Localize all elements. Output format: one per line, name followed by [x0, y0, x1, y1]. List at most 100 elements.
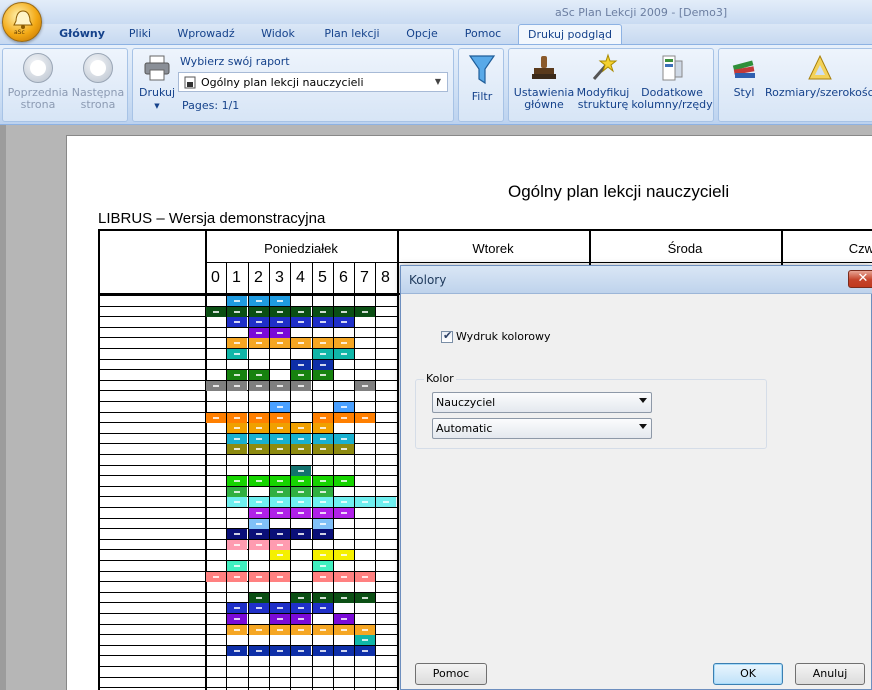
- cell-mark: [320, 512, 326, 514]
- lesson-cell: [227, 625, 247, 635]
- grid-line: [98, 687, 397, 688]
- columns-icon: [662, 55, 683, 81]
- checkbox-box[interactable]: ✔: [441, 329, 453, 343]
- lesson-cell: [227, 540, 247, 550]
- close-icon[interactable]: ✕: [848, 270, 872, 288]
- lesson-cell: [355, 381, 375, 391]
- tab-plan-lekcji[interactable]: Plan lekcji: [318, 24, 386, 44]
- tab-pliki[interactable]: Pliki: [122, 24, 158, 44]
- dropdown-arrow-icon: [639, 424, 647, 429]
- cell-mark: [298, 491, 304, 493]
- cell-mark: [277, 554, 283, 556]
- cell-mark: [256, 417, 262, 419]
- lesson-cell: [313, 561, 333, 571]
- document-title: Ogólny plan lekcji nauczycieli: [508, 182, 730, 201]
- sizes-button[interactable]: Rozmiary/szerokości: [765, 53, 872, 99]
- filter-label: Filtr: [471, 90, 493, 103]
- tab-wprowadz[interactable]: Wprowadź: [172, 24, 240, 44]
- lesson-cell: [291, 646, 311, 656]
- cell-mark: [298, 533, 304, 535]
- cell-mark: [362, 650, 368, 652]
- lesson-cell: [249, 444, 269, 454]
- lesson-cell: [249, 338, 269, 348]
- tab-widok[interactable]: Widok: [256, 24, 300, 44]
- lesson-cell: [334, 338, 354, 348]
- left-margin-bar: [0, 125, 6, 690]
- ok-button[interactable]: OK: [713, 663, 783, 685]
- prev-page-button[interactable]: Poprzednia strona: [7, 53, 69, 111]
- tab-pomoc[interactable]: Pomoc: [460, 24, 506, 44]
- dropdown-arrow-icon: ▼: [434, 77, 442, 86]
- period-8: 8: [381, 269, 390, 286]
- next-page-button[interactable]: Następna strona: [69, 53, 127, 111]
- color-by-value: Nauczyciel: [436, 396, 496, 409]
- extra-columns-button[interactable]: Dodatkowe kolumny/rzędy: [631, 53, 713, 111]
- cell-mark: [362, 629, 368, 631]
- cell-mark: [298, 607, 304, 609]
- print-button[interactable]: Drukuj ▼: [137, 53, 177, 112]
- lesson-cell: [291, 625, 311, 635]
- tab-drukuj-podglad[interactable]: Drukuj podgląd: [518, 24, 622, 44]
- lesson-cell: [227, 338, 247, 348]
- lesson-cell: [270, 603, 290, 613]
- style-button[interactable]: Styl: [723, 53, 765, 99]
- cell-mark: [298, 597, 304, 599]
- app-menu-button[interactable]: aSc: [2, 2, 42, 42]
- cell-mark: [362, 597, 368, 599]
- cell-mark: [213, 417, 219, 419]
- cancel-button[interactable]: Anuluj: [795, 663, 865, 685]
- next-label-2: strona: [80, 98, 116, 111]
- checkmark-icon: ✔: [443, 329, 453, 342]
- lesson-cell: [270, 307, 290, 317]
- group-structure: Ustawienia główne Modyfikuj strukturę Do…: [508, 48, 714, 122]
- cell-mark: [341, 438, 347, 440]
- cell-mark: [234, 427, 240, 429]
- lesson-cell: [355, 593, 375, 603]
- lesson-cell: [334, 317, 354, 327]
- cell-mark: [341, 480, 347, 482]
- report-select[interactable]: Ogólny plan lekcji nauczycieli ▼: [178, 72, 448, 92]
- grid-line: [98, 518, 397, 519]
- lesson-cell: [334, 444, 354, 454]
- cell-mark: [320, 364, 326, 366]
- lesson-cell: [313, 476, 333, 486]
- lesson-cell: [291, 508, 311, 518]
- lesson-cell: [334, 402, 354, 412]
- grid-line: [98, 380, 397, 381]
- dialog-title: Kolory: [409, 273, 447, 287]
- cell-mark: [277, 406, 283, 408]
- settings-button[interactable]: Ustawienia główne: [511, 53, 577, 111]
- lesson-cell: [249, 328, 269, 338]
- tab-glowny[interactable]: Główny: [54, 24, 110, 44]
- lesson-cell: [291, 423, 311, 433]
- lesson-cell: [270, 434, 290, 444]
- cell-mark: [256, 374, 262, 376]
- cell-mark: [341, 353, 347, 355]
- dialog-titlebar[interactable]: Kolory: [401, 266, 872, 294]
- filter-button[interactable]: Filtr: [461, 53, 503, 103]
- lesson-cell: [270, 338, 290, 348]
- color-scheme-select[interactable]: Automatic: [432, 418, 652, 439]
- cell-mark: [256, 597, 262, 599]
- lesson-cell: [313, 370, 333, 380]
- cell-mark: [277, 576, 283, 578]
- lesson-cell: [249, 519, 269, 529]
- cell-mark: [341, 321, 347, 323]
- grid-line: [98, 560, 397, 561]
- lesson-cell: [270, 487, 290, 497]
- print-label: Drukuj: [138, 86, 176, 99]
- lesson-cell: [249, 381, 269, 391]
- lesson-cell: [270, 381, 290, 391]
- group-navigation: Poprzednia strona Następna strona: [2, 48, 128, 122]
- cell-mark: [320, 629, 326, 631]
- color-by-select[interactable]: Nauczyciel: [432, 392, 652, 413]
- grid-line: [397, 229, 399, 690]
- cell-mark: [298, 427, 304, 429]
- grid-line: [98, 229, 100, 690]
- help-button[interactable]: Pomoc: [415, 663, 487, 685]
- lesson-cell: [291, 603, 311, 613]
- tab-opcje[interactable]: Opcje: [400, 24, 444, 44]
- modify-structure-button[interactable]: Modyfikuj strukturę: [575, 53, 631, 111]
- grid-line: [98, 666, 397, 667]
- cell-mark: [341, 554, 347, 556]
